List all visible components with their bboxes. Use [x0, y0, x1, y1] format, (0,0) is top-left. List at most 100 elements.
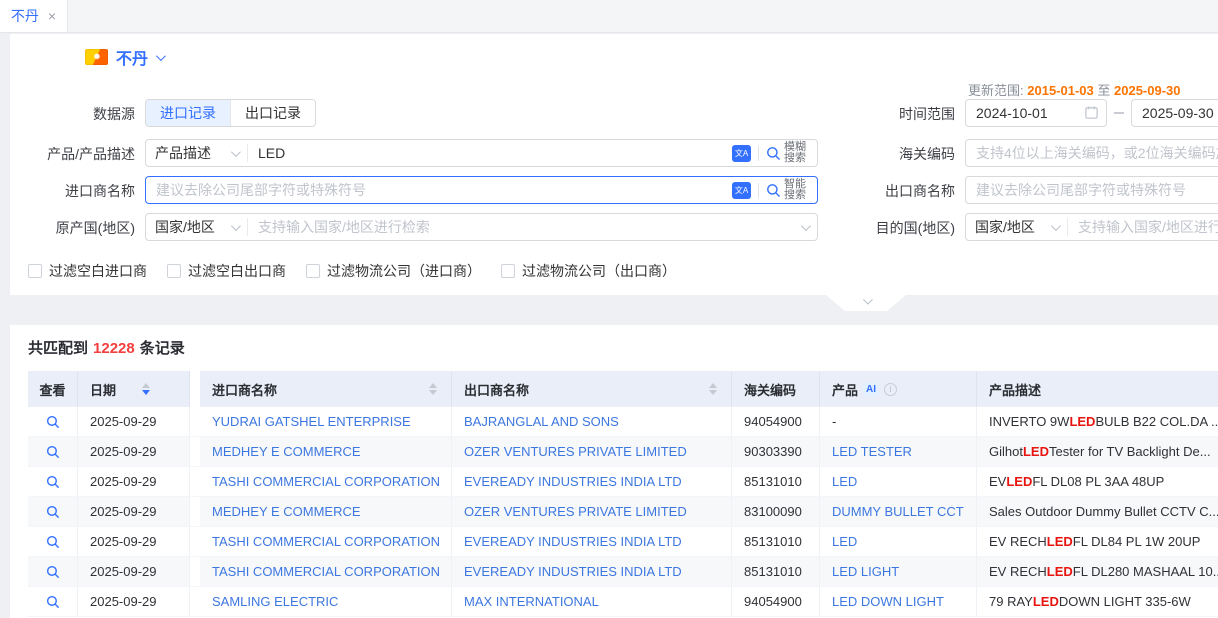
time-range-end-input[interactable] — [1131, 99, 1218, 127]
checkbox-icon[interactable] — [167, 264, 181, 278]
view-record-button[interactable] — [46, 505, 60, 519]
checkbox-filter-logistics-exporter[interactable]: 过滤物流公司（出口商） — [501, 261, 676, 281]
product-link[interactable]: LED TESTER — [832, 444, 912, 459]
importer-link[interactable]: MEDHEY E COMMERCE — [212, 444, 361, 459]
checkbox-label: 过滤物流公司（出口商） — [522, 261, 676, 281]
divider — [758, 146, 759, 161]
destination-country-select[interactable]: 国家/地区 — [966, 218, 1068, 236]
match-count: 12228 — [93, 340, 135, 357]
importer-link[interactable]: YUDRAI GATSHEL ENTERPRISE — [212, 414, 411, 429]
destination-select-value: 国家/地区 — [975, 217, 1035, 237]
product-type-value: 产品描述 — [155, 143, 211, 163]
exporter-name-input[interactable] — [965, 176, 1218, 204]
product-type-select[interactable]: 产品描述 — [146, 144, 248, 162]
exporter-link[interactable]: EVEREADY INDUSTRIES INDIA LTD — [464, 564, 682, 579]
fuzzy-search-button[interactable]: 模糊搜索 — [766, 142, 817, 164]
destination-country-input[interactable] — [1068, 215, 1218, 239]
origin-country-select[interactable]: 国家/地区 — [146, 218, 248, 236]
table-row: 2025-09-29MEDHEY E COMMERCEOZER VENTURES… — [28, 497, 1218, 527]
info-icon[interactable] — [884, 383, 897, 396]
importer-link[interactable]: TASHI COMMERCIAL CORPORATION — [212, 474, 439, 489]
view-record-button[interactable] — [46, 565, 60, 579]
product-link[interactable]: LED DOWN LIGHT — [832, 594, 944, 609]
translate-icon[interactable] — [732, 182, 751, 199]
hs-code-input[interactable] — [965, 139, 1218, 167]
importer-link[interactable]: TASHI COMMERCIAL CORPORATION — [212, 534, 439, 549]
date-cell: 2025-09-29 — [78, 437, 190, 466]
product-link[interactable]: LED — [832, 474, 857, 489]
sort-date[interactable] — [142, 383, 150, 395]
results-table: 查看 日期 进口商名称 出口商名称 海关编码 产品 AI 产品描述 2025-0 — [28, 371, 1218, 617]
checkbox-filter-blank-importer[interactable]: 过滤空白进口商 — [28, 261, 147, 281]
checkbox-icon[interactable] — [306, 264, 320, 278]
column-date-label: 日期 — [90, 380, 116, 399]
translate-icon[interactable] — [732, 145, 751, 162]
fixed-column-gap — [190, 497, 200, 526]
search-icon — [46, 535, 60, 549]
product-link[interactable]: LED — [832, 534, 857, 549]
hs-code-cell: 90303390 — [732, 437, 820, 466]
origin-input-group: 国家/地区 — [145, 213, 818, 241]
checkbox-label: 过滤空白进口商 — [49, 261, 147, 281]
product-desc-cell: 79 RAY LED DOWN LIGHT 335-6W — [977, 587, 1218, 616]
column-exporter[interactable]: 出口商名称 — [452, 371, 732, 407]
view-record-button[interactable] — [46, 595, 60, 609]
exporter-link[interactable]: OZER VENTURES PRIVATE LIMITED — [464, 444, 687, 459]
importer-link[interactable]: SAMLING ELECTRIC — [212, 594, 338, 609]
tab-bhutan[interactable]: 不丹 × — [0, 0, 68, 32]
product-link[interactable]: DUMMY BULLET CCTV... — [832, 504, 964, 519]
table-row: 2025-09-29YUDRAI GATSHEL ENTERPRISEBAJRA… — [28, 407, 1218, 437]
import-records-tab[interactable]: 进口记录 — [146, 100, 230, 126]
export-records-tab[interactable]: 出口记录 — [230, 100, 315, 126]
product-desc-cell: EV RECH LED FL DL280 MASHAAL 10... — [977, 557, 1218, 586]
checkbox-filter-logistics-importer[interactable]: 过滤物流公司（进口商） — [306, 261, 481, 281]
smart-search-button[interactable]: 智能搜索 — [766, 179, 817, 201]
date-cell: 2025-09-29 — [78, 527, 190, 556]
exporter-link[interactable]: EVEREADY INDUSTRIES INDIA LTD — [464, 474, 682, 489]
column-hs-code: 海关编码 — [732, 371, 820, 407]
fixed-column-gap — [190, 437, 200, 466]
summary-prefix: 共匹配到 — [28, 340, 88, 357]
checkbox-icon[interactable] — [28, 264, 42, 278]
hs-code-cell: 94054900 — [732, 587, 820, 616]
table-row: 2025-09-29 MEDHEY E COMMERCE OZER VENTURES… — [28, 437, 1218, 467]
chevron-down-icon — [801, 221, 811, 231]
product-link[interactable]: LED LIGHT — [832, 564, 899, 579]
update-range: 更新范围: 2015-01-03 至 2025-09-30 — [968, 80, 1181, 99]
checkbox-filter-blank-exporter[interactable]: 过滤空白出口商 — [167, 261, 286, 281]
importer-name-input[interactable] — [146, 178, 732, 202]
column-product-label: 产品 — [832, 380, 858, 399]
importer-link[interactable]: TASHI COMMERCIAL CORPORATION — [212, 564, 439, 579]
origin-country-input[interactable] — [248, 215, 801, 239]
sort-importer[interactable] — [429, 383, 437, 395]
view-record-button[interactable] — [46, 535, 60, 549]
product-search-input[interactable] — [248, 141, 732, 165]
view-record-button[interactable] — [46, 475, 60, 489]
column-view: 查看 — [28, 371, 78, 407]
importer-link[interactable]: MEDHEY E COMMERCE — [212, 504, 361, 519]
column-importer[interactable]: 进口商名称 — [200, 371, 452, 407]
product-desc-cell: Sales Outdoor Dummy Bullet CCTV C... — [977, 497, 1218, 526]
hs-code-label: 海关编码 — [872, 144, 955, 164]
fixed-column-gap — [190, 467, 200, 496]
exporter-link[interactable]: EVEREADY INDUSTRIES INDIA LTD — [464, 534, 682, 549]
table-row: 2025-09-29TASHI COMMERCIAL CORPORATIONEV… — [28, 557, 1218, 587]
chevron-down-icon[interactable] — [156, 51, 166, 61]
page-title[interactable]: 不丹 — [116, 45, 148, 69]
exporter-link[interactable]: MAX INTERNATIONAL — [464, 594, 599, 609]
search-icon — [766, 183, 781, 198]
product-empty: - — [832, 414, 836, 429]
column-date[interactable]: 日期 — [78, 371, 190, 407]
update-range-to: 至 — [1097, 83, 1110, 98]
sort-exporter[interactable] — [709, 383, 717, 395]
tab-close-icon[interactable]: × — [48, 9, 56, 23]
exporter-link[interactable]: BAJRANGLAL AND SONS — [464, 414, 619, 429]
column-product: 产品 AI — [820, 371, 977, 407]
collapse-panel-button[interactable] — [825, 294, 907, 311]
view-record-button[interactable] — [46, 415, 60, 429]
exporter-link[interactable]: OZER VENTURES PRIVATE LIMITED — [464, 504, 687, 519]
view-record-button[interactable] — [46, 445, 60, 459]
checkbox-icon[interactable] — [501, 264, 515, 278]
column-exporter-label: 出口商名称 — [464, 380, 529, 399]
tab-title: 不丹 — [11, 6, 39, 26]
